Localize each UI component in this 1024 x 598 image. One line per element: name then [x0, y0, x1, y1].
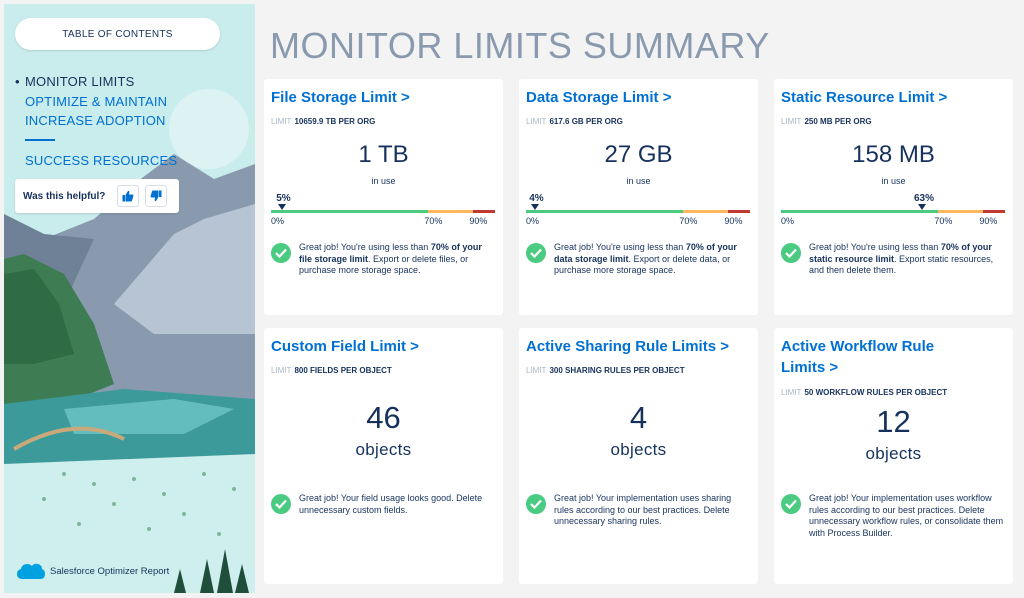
- limit-prefix: LIMIT: [781, 388, 802, 397]
- usage-gauge: 4% 0% 70% 90%: [526, 193, 750, 226]
- limit-text: LIMIT 10659.9 TB PER ORG: [271, 117, 375, 126]
- check-icon: [271, 494, 291, 514]
- workflow-rule-link[interactable]: Active Workflow Rule Limits >: [781, 336, 971, 378]
- check-icon: [781, 494, 801, 514]
- status-text: Great job! Your implementation uses work…: [809, 493, 1004, 538]
- page-title: MONITOR LIMITS SUMMARY: [270, 25, 770, 66]
- tick-70: 70%: [679, 216, 698, 226]
- limit-value: 250 MB PER ORG: [804, 117, 872, 126]
- check-icon: [526, 243, 546, 263]
- status-text: Great job! You're using less than 70% of…: [554, 242, 737, 275]
- limit-value: 617.6 GB PER ORG: [549, 117, 623, 126]
- status-message: Great job! You're using less than 70% of…: [781, 242, 1007, 277]
- gauge-bar: [781, 210, 1005, 213]
- nav-divider: [25, 138, 55, 141]
- file-storage-card: File Storage Limit > LIMIT 10659.9 TB PER…: [264, 79, 503, 315]
- limit-value: 300 SHARING RULES PER OBJECT: [549, 366, 685, 375]
- file-storage-link[interactable]: File Storage Limit >: [271, 87, 471, 108]
- tick-90: 90%: [979, 216, 998, 226]
- usage-caption: in use: [626, 176, 651, 186]
- sidebar: TABLE OF CONTENTS MONITOR LIMITS OPTIMIZ…: [4, 4, 255, 593]
- status-message: Great job! Your field usage looks good. …: [271, 493, 497, 516]
- limit-prefix: LIMIT: [526, 366, 547, 375]
- brand-footer: Salesforce Optimizer Report: [16, 561, 169, 581]
- toc-label: TABLE OF CONTENTS: [62, 28, 173, 40]
- check-icon: [526, 494, 546, 514]
- usage-percent: 63%: [913, 193, 935, 204]
- object-count: 4: [629, 400, 648, 435]
- nav-item-optimize-maintain[interactable]: OPTIMIZE & MAINTAIN: [15, 92, 245, 112]
- static-resource-card: Static Resource Limit > LIMIT 250 MB PER …: [774, 79, 1013, 315]
- limit-value: 10659.9 TB PER ORG: [294, 117, 376, 126]
- object-unit: objects: [865, 444, 922, 463]
- status-message: Great job! Your implementation uses shar…: [526, 493, 752, 528]
- sidebar-nav: MONITOR LIMITS OPTIMIZE & MAINTAIN INCRE…: [15, 72, 245, 170]
- workflow-rule-card: Active Workflow Rule Limits > LIMIT 50 WO…: [774, 328, 1013, 584]
- usage-gauge: 5% 0% 70% 90%: [271, 193, 495, 226]
- status-message: Great job! Your implementation uses work…: [781, 493, 1007, 539]
- check-icon: [271, 243, 291, 263]
- usage-value: 158 MB: [852, 141, 935, 168]
- status-text: Great job! Your field usage looks good. …: [299, 493, 483, 515]
- object-unit: objects: [355, 440, 412, 459]
- limit-value: 50 WORKFLOW RULES PER OBJECT: [804, 388, 948, 397]
- limit-value: 800 FIELDS PER OBJECT: [294, 366, 392, 375]
- limit-text: LIMIT 300 SHARING RULES PER OBJECT: [526, 366, 685, 375]
- thumbs-up-button[interactable]: [117, 185, 140, 207]
- usage-gauge: 63% 0% 70% 90%: [781, 193, 1005, 226]
- thumbs-down-button[interactable]: [145, 185, 168, 207]
- limit-text: LIMIT 250 MB PER ORG: [781, 117, 872, 126]
- feedback-box: Was this helpful?: [15, 179, 179, 213]
- status-text: Great job! You're using less than 70% of…: [299, 242, 482, 275]
- limit-text: LIMIT 50 WORKFLOW RULES PER OBJECT: [781, 388, 947, 397]
- data-storage-card: Data Storage Limit > LIMIT 617.6 GB PER O…: [519, 79, 758, 315]
- data-storage-link[interactable]: Data Storage Limit >: [526, 87, 726, 108]
- tick-90: 90%: [469, 216, 488, 226]
- custom-field-card: Custom Field Limit > LIMIT 800 FIELDS PER…: [264, 328, 503, 584]
- limit-text: LIMIT 800 FIELDS PER OBJECT: [271, 366, 392, 375]
- nav-item-increase-adoption[interactable]: INCREASE ADOPTION: [15, 111, 245, 131]
- brand-label: Salesforce Optimizer Report: [50, 565, 170, 577]
- usage-percent: 4%: [529, 193, 544, 204]
- tick-0: 0%: [271, 216, 285, 226]
- static-resource-link[interactable]: Static Resource Limit >: [781, 87, 981, 108]
- usage-percent: 5%: [276, 193, 291, 204]
- usage-caption: in use: [881, 176, 906, 186]
- usage-caption: in use: [371, 176, 396, 186]
- status-text: Great job! Your implementation uses shar…: [554, 493, 732, 526]
- nav-item-success-resources[interactable]: SUCCESS RESOURCES: [15, 151, 245, 171]
- limit-prefix: LIMIT: [271, 366, 292, 375]
- object-count: 46: [366, 400, 401, 435]
- feedback-label: Was this helpful?: [23, 190, 106, 202]
- status-message: Great job! You're using less than 70% of…: [526, 242, 752, 277]
- tick-0: 0%: [781, 216, 795, 226]
- nav-item-monitor-limits[interactable]: MONITOR LIMITS: [15, 72, 245, 92]
- check-icon: [781, 243, 801, 263]
- limit-prefix: LIMIT: [781, 117, 802, 126]
- tick-70: 70%: [424, 216, 443, 226]
- thumbs-up-icon: [122, 190, 134, 202]
- gauge-bar: [271, 210, 495, 213]
- table-of-contents-button[interactable]: TABLE OF CONTENTS: [15, 18, 220, 50]
- sharing-rule-link[interactable]: Active Sharing Rule Limits >: [526, 336, 751, 357]
- limit-prefix: LIMIT: [271, 117, 292, 126]
- thumbs-down-icon: [150, 190, 162, 202]
- sharing-rule-card: Active Sharing Rule Limits > LIMIT 300 SH…: [519, 328, 758, 584]
- tick-0: 0%: [526, 216, 540, 226]
- usage-value: 27 GB: [604, 141, 673, 168]
- tick-70: 70%: [934, 216, 953, 226]
- custom-field-link[interactable]: Custom Field Limit >: [271, 336, 471, 357]
- limit-prefix: LIMIT: [526, 117, 547, 126]
- tick-90: 90%: [724, 216, 743, 226]
- limit-text: LIMIT 617.6 GB PER ORG: [526, 117, 623, 126]
- usage-value: 1 TB: [358, 141, 409, 168]
- object-count: 12: [876, 404, 911, 439]
- gauge-bar: [526, 210, 750, 213]
- status-text: Great job! You're using less than 70% of…: [809, 242, 994, 275]
- salesforce-cloud-logo: [17, 563, 45, 579]
- object-unit: objects: [610, 440, 667, 459]
- status-message: Great job! You're using less than 70% of…: [271, 242, 497, 277]
